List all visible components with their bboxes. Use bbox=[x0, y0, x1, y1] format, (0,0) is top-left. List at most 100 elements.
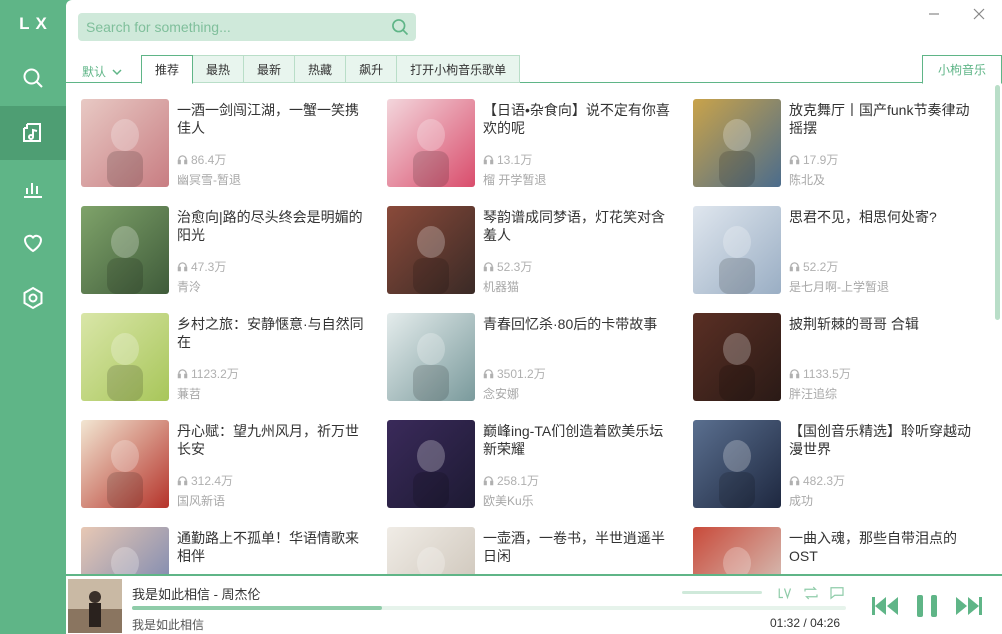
play-count-value: 86.4万 bbox=[191, 153, 227, 167]
tab-rising[interactable]: 飙升 bbox=[346, 55, 398, 83]
playlist-cover[interactable] bbox=[693, 99, 781, 187]
volume-slider[interactable] bbox=[682, 591, 762, 594]
playlist-card[interactable]: 【国创音乐精选】聆听穿越动漫世界 482.3万 成功 bbox=[693, 420, 993, 515]
playlist-title[interactable]: 琴韵谱成同梦语，灯花笑对含羞人 bbox=[483, 208, 675, 244]
play-count: 258.1万 bbox=[483, 472, 539, 489]
playlist-card[interactable]: 琴韵谱成同梦语，灯花笑对含羞人 52.3万 机器猫 bbox=[387, 206, 687, 301]
search-icon bbox=[23, 68, 43, 88]
playlist-card[interactable]: 一壶酒，一卷书，半世逍遥半日闲 bbox=[387, 527, 687, 574]
prev-icon[interactable] bbox=[870, 592, 900, 620]
playlist-title[interactable]: 巅峰ing-TA们创造着欧美乐坛新荣耀 bbox=[483, 422, 675, 458]
play-count: 13.1万 bbox=[483, 151, 532, 168]
source-tab[interactable]: 小枸音乐 bbox=[922, 55, 1002, 84]
time-separator: / bbox=[803, 616, 807, 630]
repeat-icon[interactable] bbox=[802, 584, 820, 602]
playlist-cover-image bbox=[81, 420, 169, 508]
playlist-cover-image bbox=[387, 206, 475, 294]
play-count-value: 52.3万 bbox=[497, 260, 533, 274]
heart-icon bbox=[23, 234, 43, 253]
comment-icon[interactable] bbox=[828, 584, 846, 602]
playlist-card[interactable]: 【日语•杂食向】说不定有你喜欢的呢 13.1万榴 开学暂退 bbox=[387, 99, 687, 194]
playlist-card[interactable]: 治愈向|路的尽头终会是明媚的阳光 47.3万 青泠 bbox=[81, 206, 381, 301]
bar-chart-icon bbox=[24, 183, 42, 198]
playlist-cover[interactable] bbox=[81, 206, 169, 294]
nav-leaderboard[interactable] bbox=[0, 161, 66, 215]
playlist-cover[interactable] bbox=[81, 99, 169, 187]
playlist-cover-image bbox=[81, 206, 169, 294]
play-count: 1123.2万 bbox=[177, 365, 239, 382]
playlist-cover-image bbox=[81, 527, 169, 574]
tab-newest[interactable]: 最新 bbox=[244, 55, 296, 83]
playlist-title[interactable]: 披荆斩棘的哥哥 合辑 bbox=[789, 315, 981, 333]
nav-settings[interactable] bbox=[0, 271, 66, 325]
playlist-card[interactable]: 披荆斩棘的哥哥 合辑 1133.5万 胖汪追综 bbox=[693, 313, 993, 408]
tab-hottest[interactable]: 最热 bbox=[193, 55, 245, 83]
search-icon[interactable] bbox=[390, 17, 410, 37]
playlist-card[interactable]: 一酒一剑闯江湖，一蟹一笑携佳人 86.4万 幽冥雪-暂退 bbox=[81, 99, 381, 194]
headphones-icon bbox=[789, 262, 800, 272]
app-window: LX 默认 bbox=[0, 0, 1002, 634]
next-icon[interactable] bbox=[954, 592, 984, 620]
search-box bbox=[78, 13, 416, 41]
tab-open-playlist[interactable]: 打开小枸音乐歌单 bbox=[397, 55, 521, 83]
playlist-card[interactable]: 放克舞厅丨国产funk节奏律动摇摆 17.9万 陈北及 bbox=[693, 99, 993, 194]
playlist-title[interactable]: 一曲入魂，那些自带泪点的OST bbox=[789, 529, 981, 565]
progress-fill bbox=[132, 606, 382, 610]
close-button[interactable] bbox=[968, 6, 990, 24]
playlist-card[interactable]: 青春回忆杀·80后的卡带故事 3501.2万 念安娜 bbox=[387, 313, 687, 408]
playlist-cover[interactable] bbox=[693, 206, 781, 294]
progress-bar[interactable] bbox=[132, 606, 846, 610]
play-count: 482.3万 bbox=[789, 472, 845, 489]
playlist-cover-image bbox=[693, 527, 781, 574]
nav-search[interactable] bbox=[0, 51, 66, 105]
playlist-cover[interactable] bbox=[693, 313, 781, 401]
playlist-cover[interactable] bbox=[387, 527, 475, 574]
nav-favorites[interactable] bbox=[0, 216, 66, 270]
playlist-card[interactable]: 思君不见，相思何处寄? 52.2万 是七月啊-上学暂退 bbox=[693, 206, 993, 301]
playlist-title[interactable]: 青春回忆杀·80后的卡带故事 bbox=[483, 315, 675, 333]
play-count-value: 47.3万 bbox=[191, 260, 227, 274]
playlist-cover[interactable] bbox=[387, 313, 475, 401]
tab-recommend[interactable]: 推荐 bbox=[141, 55, 194, 84]
playlist-cover-image bbox=[693, 313, 781, 401]
cover-art-image bbox=[68, 579, 122, 633]
playlist-title[interactable]: 一壶酒，一卷书，半世逍遥半日闲 bbox=[483, 529, 675, 565]
playlist-cover[interactable] bbox=[387, 420, 475, 508]
playlist-title[interactable]: 【日语•杂食向】说不定有你喜欢的呢 bbox=[483, 101, 675, 137]
tab-most-collected[interactable]: 热藏 bbox=[295, 55, 347, 83]
playlist-cover[interactable] bbox=[693, 527, 781, 574]
lyric-icon[interactable] bbox=[777, 584, 795, 602]
playlist-title[interactable]: 【国创音乐精选】聆听穿越动漫世界 bbox=[789, 422, 981, 458]
playlist-card[interactable]: 一曲入魂，那些自带泪点的OST bbox=[693, 527, 993, 574]
close-icon bbox=[973, 8, 985, 20]
playlist-cover[interactable] bbox=[693, 420, 781, 508]
pause-icon[interactable] bbox=[914, 592, 940, 620]
playlist-title[interactable]: 丹心赋：望九州风月，祈万世长安 bbox=[177, 422, 369, 458]
playlist-title[interactable]: 通勤路上不孤单！华语情歌来相伴 bbox=[177, 529, 369, 565]
playlist-card[interactable]: 丹心赋：望九州风月，祈万世长安 312.4万 国风新语 bbox=[81, 420, 381, 515]
playlist-cover[interactable] bbox=[81, 527, 169, 574]
playlist-title[interactable]: 放克舞厅丨国产funk节奏律动摇摆 bbox=[789, 101, 981, 137]
playlist-cover[interactable] bbox=[387, 206, 475, 294]
headphones-icon bbox=[177, 476, 188, 486]
playlist-cover[interactable] bbox=[81, 420, 169, 508]
playlist-title[interactable]: 一酒一剑闯江湖，一蟹一笑携佳人 bbox=[177, 101, 369, 137]
search-input[interactable] bbox=[78, 13, 378, 41]
playlist-author: 是七月啊-上学暂退 bbox=[789, 280, 889, 294]
playlist-title[interactable]: 乡村之旅：安静惬意·与自然同在 bbox=[177, 315, 369, 351]
playlist-title[interactable]: 思君不见，相思何处寄? bbox=[789, 208, 981, 226]
playlist-card[interactable]: 乡村之旅：安静惬意·与自然同在 1123.2万 蒹苕 bbox=[81, 313, 381, 408]
sort-select[interactable]: 默认 bbox=[82, 63, 122, 80]
playlist-author: 胖汪追综 bbox=[789, 387, 838, 401]
now-playing-cover[interactable] bbox=[68, 579, 122, 633]
playlist-cover-image bbox=[693, 206, 781, 294]
playlist-card[interactable]: 巅峰ing-TA们创造着欧美乐坛新荣耀 258.1万 欧美Ku乐 bbox=[387, 420, 687, 515]
playlist-card[interactable]: 通勤路上不孤单！华语情歌来相伴 bbox=[81, 527, 381, 574]
playlist-cover[interactable] bbox=[81, 313, 169, 401]
play-count-value: 17.9万 bbox=[803, 153, 839, 167]
minimize-button[interactable] bbox=[923, 6, 945, 24]
playlist-cover[interactable] bbox=[387, 99, 475, 187]
scrollbar[interactable] bbox=[995, 85, 1000, 320]
nav-song-list[interactable] bbox=[0, 106, 66, 160]
playlist-title[interactable]: 治愈向|路的尽头终会是明媚的阳光 bbox=[177, 208, 369, 244]
